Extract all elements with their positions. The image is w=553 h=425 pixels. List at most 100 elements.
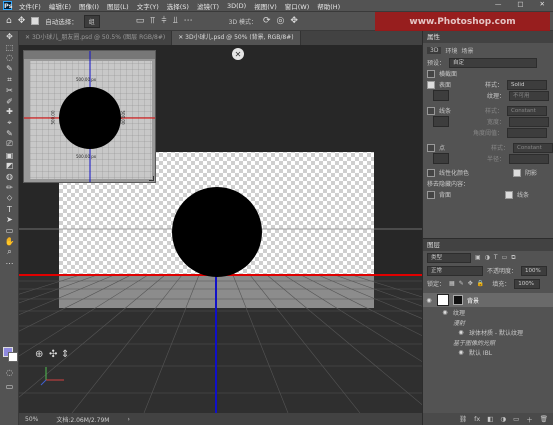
cross-section-checkbox[interactable] [427, 69, 435, 78]
zoom-tool-icon[interactable]: ⌕ [0, 247, 19, 258]
rectangle-tool-icon[interactable]: ▭ [0, 225, 19, 236]
visibility-eye-icon[interactable]: ◉ [457, 349, 465, 356]
tab-close-icon[interactable]: ✕ [25, 34, 30, 41]
blur-tool-icon[interactable]: ◍ [0, 171, 19, 182]
brush-tool-icon[interactable]: ⌖ [0, 117, 19, 128]
menu-edit[interactable]: 编辑(E) [45, 1, 75, 11]
layer-item-default-ibl[interactable]: ◉ 默认 IBL [423, 347, 553, 357]
auto-select-dropdown[interactable]: 组 [83, 14, 100, 28]
tab-document-1[interactable]: ✕ 3D小球儿_朋友圈.psd @ 50.5% (图层 RGB/8#) [19, 31, 173, 45]
menu-3d[interactable]: 3D(D) [223, 2, 250, 10]
hand-tool-icon[interactable]: ✋ [0, 236, 19, 247]
lock-move-icon[interactable]: ✥ [468, 280, 473, 287]
history-brush-tool-icon[interactable]: ⎚ [0, 139, 19, 150]
surface-checkbox[interactable] [427, 80, 435, 89]
filter-smart-icon[interactable]: ⧉ [511, 254, 515, 262]
points-checkbox[interactable] [427, 143, 435, 152]
shadow-checkbox[interactable] [513, 168, 522, 177]
menu-window[interactable]: 窗口(W) [281, 1, 314, 11]
marquee-tool-icon[interactable]: ⬚ [0, 42, 19, 53]
linearize-checkbox[interactable] [427, 168, 435, 177]
fill-field[interactable]: 100% [514, 278, 541, 289]
adjustment-layer-icon[interactable]: ◑ [500, 415, 506, 423]
quick-select-tool-icon[interactable]: ✎ [0, 63, 19, 74]
more-tools-icon[interactable]: ⋯ [0, 258, 19, 269]
lasso-tool-icon[interactable]: ◌ [0, 53, 19, 64]
path-select-tool-icon[interactable]: ➤ [0, 215, 19, 226]
line-checkbox[interactable] [505, 190, 514, 199]
tab-3d-icon[interactable]: 3D [427, 46, 442, 54]
move-tool-icon[interactable]: ✥ [18, 16, 26, 26]
quick-mask-icon[interactable]: ◌ [0, 367, 19, 378]
transform-controls-icon[interactable]: ▭ [136, 16, 145, 26]
visibility-eye-icon[interactable]: ◉ [425, 297, 433, 304]
blend-mode-dropdown[interactable]: 正常 [427, 265, 483, 276]
maximize-button[interactable]: □ [513, 0, 527, 8]
tab-environment[interactable]: 环境 [445, 46, 457, 55]
secondary-view-panel[interactable]: 500.00 px 500.00 px 500.00 500.00 [23, 50, 156, 183]
orbit-icon[interactable]: ⊕ [35, 349, 43, 360]
lock-pixels-icon[interactable]: ▦ [449, 280, 455, 287]
3d-sphere[interactable] [172, 187, 262, 277]
delete-layer-icon[interactable]: 🗑 [540, 415, 548, 423]
add-mask-icon[interactable]: ◧ [487, 415, 493, 423]
tab-scene[interactable]: 场景 [461, 46, 473, 55]
filter-type-icon[interactable]: T [494, 254, 498, 261]
pan-icon[interactable]: ✣ [49, 349, 57, 360]
lines-checkbox[interactable] [427, 106, 435, 115]
points-swatch[interactable] [433, 153, 449, 164]
surface-swatch[interactable] [433, 90, 449, 101]
type-tool-icon[interactable]: T [0, 204, 19, 215]
preset-dropdown[interactable]: 自定 [449, 57, 538, 68]
menu-help[interactable]: 帮助(H) [313, 1, 344, 11]
move-tool-icon[interactable]: ✥ [0, 31, 19, 42]
lock-all-icon[interactable]: 🔒 [477, 280, 484, 287]
distribute-icon[interactable]: ⋯ [184, 16, 193, 26]
pan-3d-icon[interactable]: ✥ [290, 16, 298, 26]
surface-style-dropdown[interactable]: Solid [507, 79, 548, 90]
align-middle-icon[interactable]: ⫩ [161, 16, 166, 26]
layer-filter-dropdown[interactable]: 类型 [427, 252, 471, 263]
auto-select-checkbox[interactable] [31, 17, 40, 25]
tab-close-icon[interactable]: ✕ [178, 34, 183, 41]
filter-adjust-icon[interactable]: ◑ [485, 254, 490, 261]
status-arrow-icon[interactable]: › [127, 416, 129, 423]
align-top-icon[interactable]: ⫪ [150, 16, 155, 26]
lock-paint-icon[interactable]: ✎ [459, 280, 464, 287]
roll-3d-icon[interactable]: ◎ [277, 16, 285, 26]
eyedropper-tool-icon[interactable]: ✐ [0, 96, 19, 107]
close-window-button[interactable]: ✕ [536, 0, 549, 8]
filter-pixel-icon[interactable]: ▣ [475, 254, 481, 261]
link-layers-icon[interactable]: ⛓ [459, 415, 467, 423]
menu-view[interactable]: 视图(V) [250, 1, 281, 11]
document-canvas[interactable]: ✕ ⊕ ✣ ⇕ 500.00 px 500.00 px 500.00 500.0 [19, 45, 422, 413]
crop-tool-icon[interactable]: ⌗ [0, 74, 19, 85]
dolly-icon[interactable]: ⇕ [61, 349, 69, 360]
rotate-3d-icon[interactable]: ⟳ [263, 16, 271, 26]
layer-item-material[interactable]: ◉ 球体材质 - 默认纹理 [423, 327, 553, 337]
zoom-level[interactable]: 50% [25, 416, 38, 423]
menu-image[interactable]: 图像(I) [75, 1, 103, 11]
frame-tool-icon[interactable]: ✂ [0, 85, 19, 96]
align-bottom-icon[interactable]: ⫫ [173, 16, 178, 26]
backface-checkbox[interactable] [427, 190, 435, 199]
dodge-tool-icon[interactable]: ✏ [0, 182, 19, 193]
layer-item-background[interactable]: ◉ 背景 [423, 293, 553, 307]
screen-mode-icon[interactable]: ▭ [0, 381, 19, 392]
lines-swatch[interactable] [433, 116, 449, 127]
layer-style-icon[interactable]: fx [474, 415, 480, 423]
menu-select[interactable]: 选择(S) [163, 1, 193, 11]
filter-shape-icon[interactable]: ▭ [502, 254, 508, 261]
new-group-icon[interactable]: ▭ [513, 415, 519, 423]
minimize-button[interactable]: — [491, 0, 506, 8]
menu-file[interactable]: 文件(F) [15, 1, 45, 11]
menu-filter[interactable]: 滤镜(T) [193, 1, 223, 11]
gradient-tool-icon[interactable]: ◩ [0, 161, 19, 172]
menu-type[interactable]: 文字(Y) [133, 1, 163, 11]
secondary-view-grip-icon[interactable] [149, 176, 154, 181]
pen-tool-icon[interactable]: ⬦ [0, 193, 19, 204]
background-color-swatch[interactable] [8, 352, 18, 362]
layer-item-textures[interactable]: ◉ 纹理 [423, 307, 553, 317]
visibility-eye-icon[interactable]: ◉ [457, 329, 465, 336]
new-layer-icon[interactable]: ＋ [526, 414, 533, 424]
